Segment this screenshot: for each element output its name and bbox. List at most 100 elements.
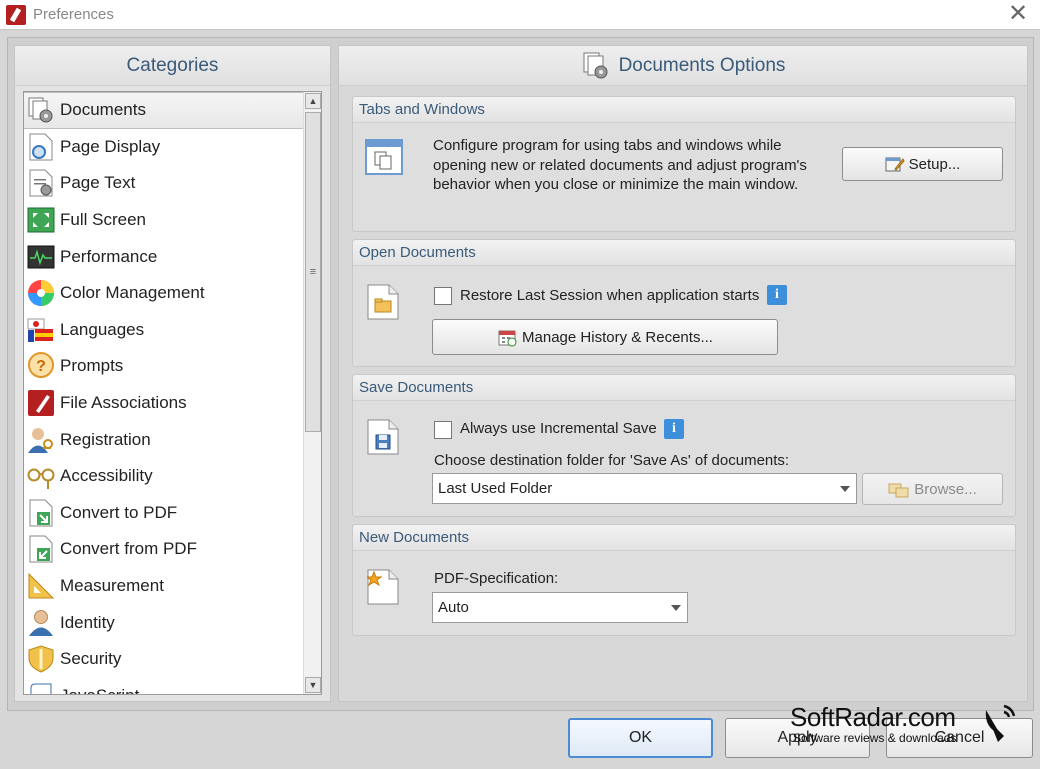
scroll-up-button[interactable]: ▲ <box>305 93 321 109</box>
category-item-file-associations[interactable]: File Associations <box>24 385 304 422</box>
category-item-javascript[interactable]: JavaScript <box>24 678 304 694</box>
destination-folder-select[interactable]: Last Used Folder <box>432 473 857 504</box>
category-item-label: Color Management <box>60 283 205 303</box>
category-item-label: Documents <box>60 100 146 120</box>
category-item-security[interactable]: Security <box>24 641 304 678</box>
category-item-identity[interactable]: Identity <box>24 604 304 641</box>
performance-icon <box>26 242 56 272</box>
restore-session-label: Restore Last Session when application st… <box>460 287 760 304</box>
category-item-convert-to-pdf[interactable]: Convert to PDF <box>24 495 304 532</box>
incremental-save-checkbox[interactable] <box>434 421 452 439</box>
category-item-full-screen[interactable]: Full Screen <box>24 202 304 239</box>
javascript-scroll-icon <box>26 681 56 694</box>
scroll-down-button[interactable]: ▼ <box>305 677 321 693</box>
category-item-convert-from-pdf[interactable]: Convert from PDF <box>24 531 304 568</box>
category-item-label: Page Text <box>60 173 136 193</box>
apply-button[interactable]: Apply <box>725 718 870 758</box>
options-header: Documents Options <box>339 46 1027 86</box>
category-item-languages[interactable]: Languages <box>24 312 304 349</box>
setup-button-label: Setup... <box>908 155 961 173</box>
category-item-prompts[interactable]: ? Prompts <box>24 348 304 385</box>
category-item-label: Prompts <box>60 356 124 376</box>
manage-history-label: Manage History & Recents... <box>522 328 713 346</box>
tabs-windows-icon <box>365 139 403 175</box>
category-item-performance[interactable]: Performance <box>24 238 304 275</box>
info-icon[interactable]: i <box>767 285 787 305</box>
open-documents-section: Open Documents Restore Last Session when… <box>352 239 1016 367</box>
category-item-label: Convert from PDF <box>60 539 197 559</box>
tabs-windows-title: Tabs and Windows <box>353 97 1015 123</box>
shield-icon <box>26 644 56 674</box>
category-item-label: Measurement <box>60 576 164 596</box>
tabs-windows-section: Tabs and Windows Configure program for u… <box>352 96 1016 232</box>
setup-icon <box>885 155 905 173</box>
category-item-label: JavaScript <box>60 686 139 694</box>
page-text-icon <box>26 168 56 198</box>
app-logo-icon <box>6 4 26 25</box>
new-documents-title: New Documents <box>353 525 1015 551</box>
title-bar: Preferences ✕ <box>0 0 1040 30</box>
categories-list[interactable]: Documents Page Display Page Text Full Scree… <box>23 91 322 695</box>
documents-gear-icon <box>26 95 56 125</box>
new-documents-section: New Documents PDF-Specification: Auto <box>352 524 1016 636</box>
categories-list-items: Documents Page Display Page Text Full Scree… <box>24 92 304 694</box>
chevron-down-icon <box>840 485 850 492</box>
tabs-windows-description: Configure program for using tabs and win… <box>433 137 807 193</box>
options-header-title: Documents Options <box>618 54 786 76</box>
user-key-icon <box>26 425 56 455</box>
open-documents-title: Open Documents <box>353 240 1015 266</box>
open-folder-doc-icon <box>367 284 399 320</box>
close-window-button[interactable]: ✕ <box>1006 2 1030 26</box>
incremental-save-label: Always use Incremental Save <box>460 420 657 437</box>
folders-icon <box>888 480 910 498</box>
svg-text:?: ? <box>36 358 46 375</box>
setup-button[interactable]: Setup... <box>842 147 1003 181</box>
categories-scrollbar[interactable]: ▲ ≡ ▼ <box>303 92 321 694</box>
category-item-label: Full Screen <box>60 210 146 230</box>
page-display-icon <box>26 132 56 162</box>
ruler-triangle-icon <box>26 571 56 601</box>
category-item-label: Page Display <box>60 136 161 156</box>
save-disk-doc-icon <box>367 419 399 455</box>
pdf-spec-select[interactable]: Auto <box>432 592 688 623</box>
browse-button[interactable]: Browse... <box>862 473 1003 505</box>
category-item-label: Registration <box>60 429 151 449</box>
category-item-accessibility[interactable]: Accessibility <box>24 458 304 495</box>
info-icon[interactable]: i <box>664 419 684 439</box>
window-title: Preferences <box>33 6 114 23</box>
save-documents-section: Save Documents Always use Incremental Sa… <box>352 374 1016 517</box>
identity-person-icon <box>26 608 56 638</box>
category-item-label: Languages <box>60 319 145 339</box>
documents-gear-icon <box>581 51 611 81</box>
category-item-color-management[interactable]: Color Management <box>24 275 304 312</box>
cancel-button[interactable]: Cancel <box>886 718 1033 758</box>
pdf-spec-label: PDF-Specification: <box>434 570 559 587</box>
restore-session-checkbox[interactable] <box>434 287 452 305</box>
category-item-measurement[interactable]: Measurement <box>24 568 304 605</box>
category-item-label: File Associations <box>60 393 187 413</box>
pdf-spec-value: Auto <box>438 599 469 616</box>
save-documents-title: Save Documents <box>353 375 1015 401</box>
flags-icon <box>26 315 56 345</box>
file-associations-icon <box>26 388 56 418</box>
category-item-page-display[interactable]: Page Display <box>24 129 304 166</box>
glasses-icon <box>26 461 56 491</box>
convert-to-pdf-icon <box>26 498 56 528</box>
destination-folder-value: Last Used Folder <box>438 480 553 497</box>
category-item-registration[interactable]: Registration <box>24 421 304 458</box>
chevron-down-icon <box>671 604 681 611</box>
question-bubble-icon: ? <box>26 351 56 381</box>
full-screen-icon <box>26 205 56 235</box>
category-item-page-text[interactable]: Page Text <box>24 165 304 202</box>
category-item-label: Identity <box>60 612 115 632</box>
color-wheel-icon <box>26 278 56 308</box>
category-item-label: Accessibility <box>60 466 153 486</box>
convert-from-pdf-icon <box>26 534 56 564</box>
category-item-documents[interactable]: Documents <box>24 92 304 129</box>
scroll-thumb[interactable]: ≡ <box>305 112 321 432</box>
category-item-label: Convert to PDF <box>60 502 178 522</box>
ok-button[interactable]: OK <box>568 718 713 758</box>
manage-history-button[interactable]: Manage History & Recents... <box>432 319 778 355</box>
categories-panel: Categories Documents Page Display Page Tex… <box>14 45 331 702</box>
new-doc-star-icon <box>367 569 399 605</box>
